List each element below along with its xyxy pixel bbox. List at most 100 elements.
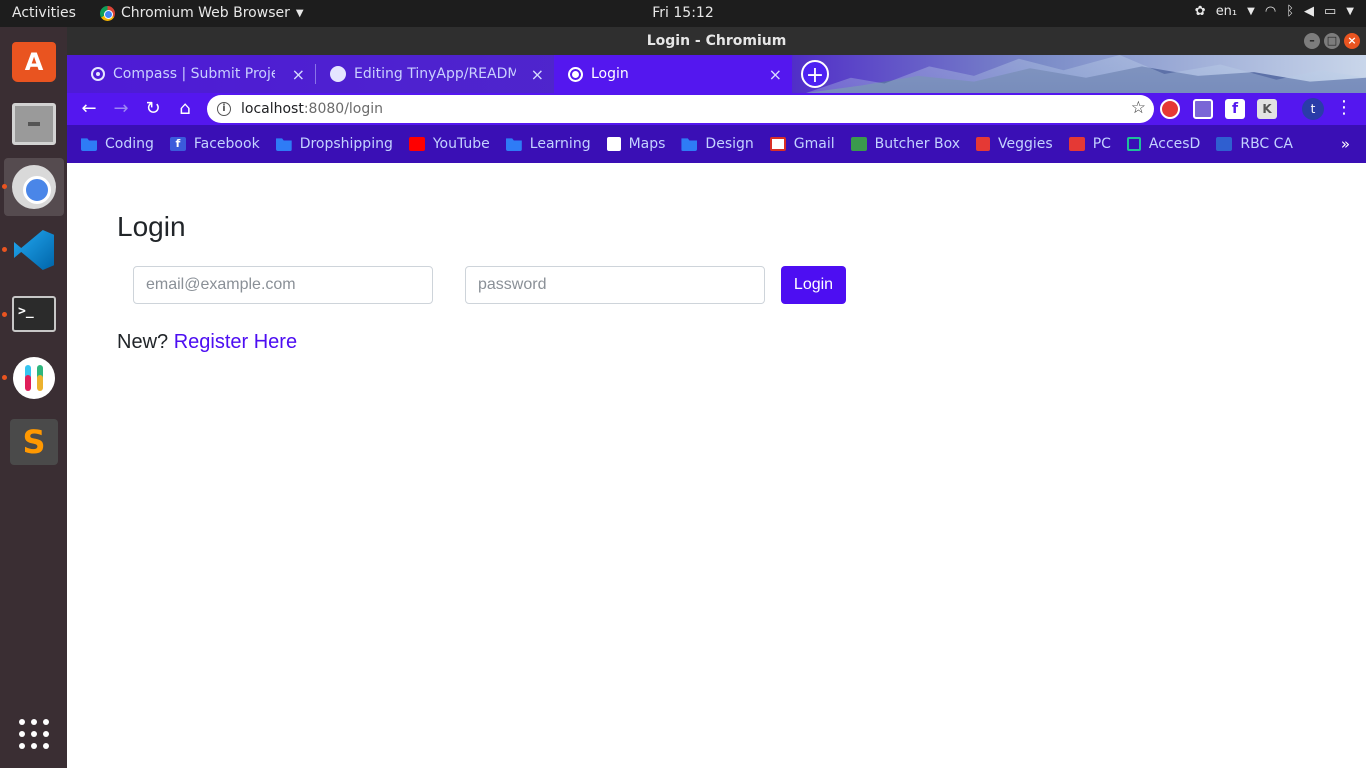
butcher-box-icon <box>850 137 867 151</box>
tab-github[interactable]: Editing TinyApp/README.md × <box>316 55 554 93</box>
dock-chromium[interactable] <box>4 158 64 216</box>
minimize-icon[interactable]: – <box>1304 33 1320 49</box>
dock: A >_ S <box>0 27 67 768</box>
chevron-down-icon: ▼ <box>1247 6 1255 17</box>
page-content: Login Login New? Register Here <box>67 163 1366 768</box>
login-button[interactable]: Login <box>781 266 846 304</box>
tomato-icon <box>976 137 991 151</box>
reload-button[interactable]: ↻ <box>141 97 165 121</box>
back-button[interactable]: ← <box>77 97 101 121</box>
register-prefix: New? <box>117 331 169 353</box>
accesd-icon <box>1126 137 1141 151</box>
battery-icon[interactable]: ▭ <box>1324 4 1336 19</box>
chevron-down-icon: ▼ <box>295 7 304 19</box>
url-host: localhost <box>241 101 304 117</box>
dock-files[interactable] <box>4 95 64 153</box>
bookmark-label: Learning <box>529 136 591 152</box>
close-icon[interactable]: × <box>1344 33 1360 49</box>
address-bar[interactable]: i localhost :8080/login ☆ <box>207 95 1154 123</box>
bookmark-maps[interactable]: Maps <box>606 136 666 152</box>
close-icon[interactable]: × <box>531 65 544 84</box>
register-link[interactable]: Register Here <box>174 331 297 353</box>
bookmark-facebook[interactable]: f Facebook <box>169 136 260 152</box>
dock-sublime[interactable]: S <box>4 413 64 471</box>
clock[interactable]: Fri 15:12 <box>652 5 713 21</box>
bookmark-butcher-box[interactable]: Butcher Box <box>850 136 961 152</box>
folder-icon <box>81 138 97 151</box>
new-tab-button[interactable]: + <box>801 60 829 88</box>
bookmark-dropshipping[interactable]: Dropshipping <box>275 136 393 152</box>
status-app-icon[interactable]: ✿ <box>1195 4 1206 19</box>
maximize-icon[interactable]: □ <box>1324 33 1340 49</box>
app-grid-icon <box>19 719 49 749</box>
app-menu-label: Chromium Web Browser <box>121 5 290 21</box>
system-tray[interactable]: ✿ en₁ ▼ ◠ ᛒ ◀ ▭ ▼ <box>1195 4 1354 19</box>
app-menu[interactable]: Chromium Web Browser ▼ <box>100 5 304 21</box>
bookmark-label: Butcher Box <box>874 136 961 152</box>
running-indicator <box>2 247 7 252</box>
forward-button[interactable]: → <box>109 97 133 121</box>
folder-icon <box>275 138 292 151</box>
close-icon[interactable]: × <box>292 65 305 84</box>
bookmark-pc[interactable]: PC <box>1068 136 1111 152</box>
facebook-extension-icon[interactable]: f <box>1225 99 1245 119</box>
bookmark-label: Maps <box>628 136 666 152</box>
running-indicator <box>2 184 7 189</box>
email-field[interactable] <box>133 266 433 304</box>
os-top-bar: Activities Chromium Web Browser ▼ Fri 15… <box>0 0 1366 27</box>
browser-window: Login - Chromium – □ × Compass | Submit … <box>67 27 1366 768</box>
tab-title: Compass | Submit Project <box>113 66 275 82</box>
info-icon[interactable]: i <box>217 102 231 116</box>
dock-vscode[interactable] <box>4 221 64 279</box>
language-indicator[interactable]: en₁ <box>1216 4 1237 19</box>
window-titlebar[interactable]: Login - Chromium – □ × <box>67 27 1366 55</box>
bookmark-youtube[interactable]: YouTube <box>408 136 490 152</box>
window-title: Login - Chromium <box>646 33 787 49</box>
activities-button[interactable]: Activities <box>12 5 76 21</box>
tab-compass[interactable]: Compass | Submit Project × <box>77 55 315 93</box>
pc-icon <box>1068 137 1085 151</box>
menu-kebab-icon[interactable]: ⋮ <box>1334 97 1354 118</box>
bookmark-label: AccesD <box>1148 136 1201 152</box>
bluetooth-icon[interactable]: ᛒ <box>1286 4 1294 19</box>
folder-icon <box>681 138 698 151</box>
tab-strip: Compass | Submit Project × Editing TinyA… <box>67 55 1366 93</box>
show-applications-button[interactable] <box>4 705 64 763</box>
bookmark-coding[interactable]: Coding <box>81 136 154 152</box>
vscode-icon <box>14 230 54 270</box>
bookmark-rbc-ca[interactable]: RBC CA <box>1216 136 1293 152</box>
dock-terminal[interactable]: >_ <box>4 285 64 343</box>
bookmark-star-icon[interactable]: ☆ <box>1131 98 1146 118</box>
close-icon[interactable]: × <box>769 65 782 84</box>
volume-icon[interactable]: ◀ <box>1304 4 1314 19</box>
extension-icon[interactable] <box>1193 99 1213 119</box>
bookmark-accesd[interactable]: AccesD <box>1126 136 1201 152</box>
adblock-icon[interactable] <box>1160 99 1180 119</box>
profile-avatar[interactable]: t <box>1302 98 1324 120</box>
bookmark-label: Facebook <box>193 136 260 152</box>
tab-login[interactable]: Login × <box>554 55 792 93</box>
bookmark-design[interactable]: Design <box>681 136 754 152</box>
bookmark-learning[interactable]: Learning <box>505 136 591 152</box>
k-extension-icon[interactable]: K <box>1257 99 1277 119</box>
chromium-icon <box>12 165 56 209</box>
sublime-text-icon: S <box>10 419 58 465</box>
chromium-icon <box>100 5 115 21</box>
bookmark-gmail[interactable]: Gmail <box>769 136 835 152</box>
tab-title: Login <box>591 66 629 82</box>
bookmark-label: Dropshipping <box>299 136 393 152</box>
bookmark-veggies[interactable]: Veggies <box>976 136 1053 152</box>
password-field[interactable] <box>465 266 765 304</box>
bookmark-label: Design <box>705 136 754 152</box>
register-prompt: New? Register Here <box>117 331 297 354</box>
chevron-double-right-icon[interactable]: » <box>1341 135 1350 153</box>
dock-slack[interactable] <box>4 349 64 407</box>
terminal-icon: >_ <box>12 296 56 332</box>
running-indicator <box>2 312 7 317</box>
wifi-icon[interactable]: ◠ <box>1265 4 1276 19</box>
globe-icon <box>606 137 621 151</box>
home-button[interactable]: ⌂ <box>173 97 197 121</box>
url-path: :8080/login <box>303 101 384 117</box>
dock-software-center[interactable]: A <box>4 33 64 91</box>
slack-icon <box>13 357 55 399</box>
